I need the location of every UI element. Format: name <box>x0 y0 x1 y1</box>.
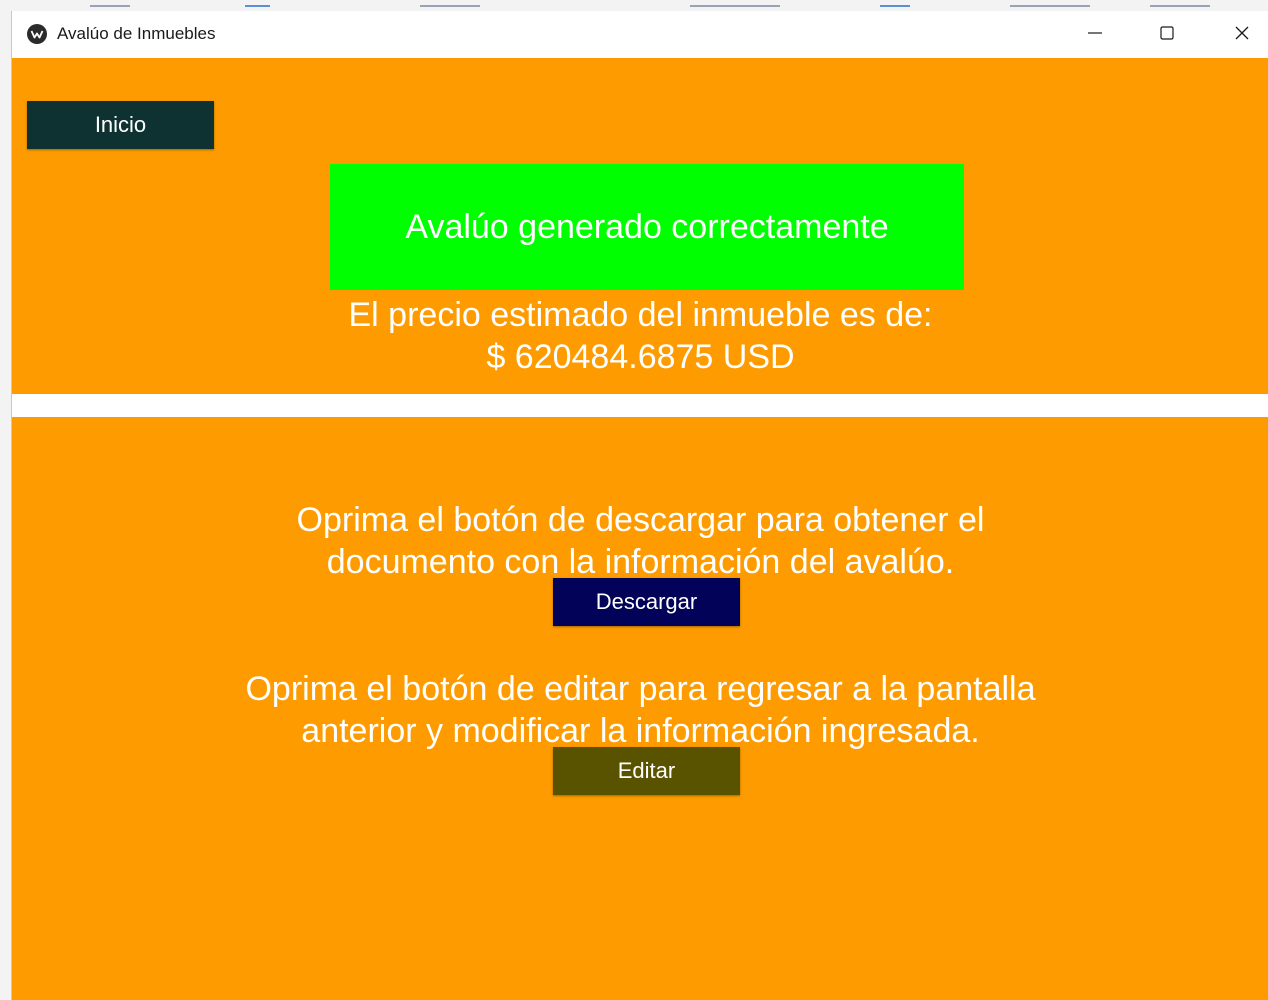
result-panel: Inicio Avalúo generado correctamente El … <box>12 58 1268 394</box>
window-title: Avalúo de Inmuebles <box>57 24 216 43</box>
close-button[interactable] <box>1207 11 1268 58</box>
edit-instructions-line2: anterior y modificar la información ingr… <box>301 712 980 750</box>
app-logo-icon <box>27 24 47 44</box>
app-content: Inicio Avalúo generado correctamente El … <box>12 58 1268 1000</box>
download-instructions-line1: Oprima el botón de descargar para obtene… <box>296 501 985 539</box>
maximize-button[interactable] <box>1132 11 1202 58</box>
minimize-button[interactable] <box>1060 11 1130 58</box>
actions-panel: Oprima el botón de descargar para obtene… <box>12 417 1268 1000</box>
price-label: El precio estimado del inmueble es de: <box>348 296 933 334</box>
minimize-icon <box>1087 25 1103 45</box>
inicio-button[interactable]: Inicio <box>27 101 214 149</box>
price-text: El precio estimado del inmueble es de: $… <box>12 294 1268 378</box>
maximize-icon <box>1159 25 1175 45</box>
edit-instructions-line1: Oprima el botón de editar para regresar … <box>245 670 1036 708</box>
download-instructions-line2: documento con la información del avalúo. <box>326 543 955 581</box>
title-bar[interactable]: Avalúo de Inmuebles <box>12 11 1268 58</box>
success-banner: Avalúo generado correctamente <box>330 164 964 290</box>
close-icon <box>1234 25 1250 45</box>
editar-button[interactable]: Editar <box>553 747 740 795</box>
edit-instructions: Oprima el botón de editar para regresar … <box>12 668 1268 752</box>
download-instructions: Oprima el botón de descargar para obtene… <box>12 499 1268 583</box>
app-window: Avalúo de Inmuebles Inicio Avalúo genera… <box>11 11 1268 1000</box>
descargar-button[interactable]: Descargar <box>553 578 740 626</box>
price-value: $ 620484.6875 USD <box>486 338 795 376</box>
success-message: Avalúo generado correctamente <box>405 207 889 246</box>
